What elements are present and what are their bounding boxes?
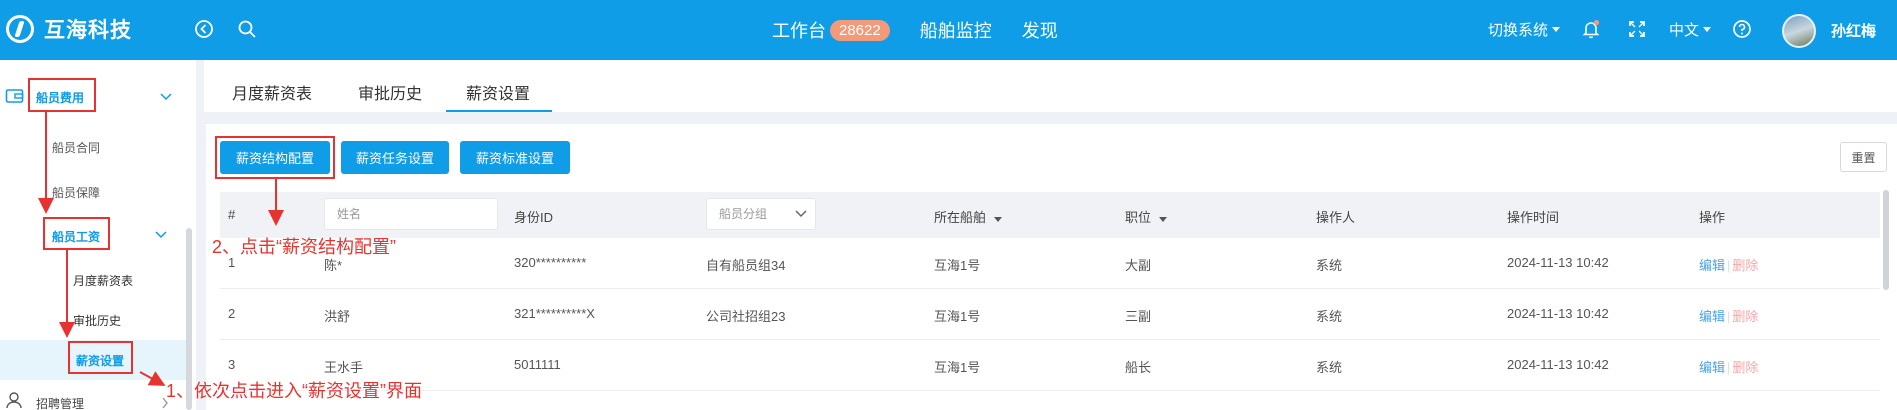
column-position-label: 职位	[1125, 210, 1152, 225]
delete-link[interactable]: 删除	[1732, 309, 1758, 324]
avatar[interactable]	[1782, 14, 1816, 48]
sidebar-item-approval-history[interactable]: 审批历史	[73, 312, 121, 329]
tab-monthly-salary[interactable]: 月度薪资表	[232, 80, 312, 104]
row-actions: 编辑 | 删除	[1699, 258, 1759, 273]
row-ship: 互海1号	[934, 309, 981, 324]
table-row: 1 陈* 320********** 自有船员组34 互海1号 大副 系统 20…	[220, 238, 1880, 289]
edit-link[interactable]: 编辑	[1699, 258, 1725, 273]
row-group: 公司社招组23	[706, 309, 786, 324]
row-id: 5011111	[514, 357, 561, 372]
search-icon[interactable]	[236, 18, 258, 40]
switch-system-dropdown[interactable]: 切换系统	[1488, 19, 1561, 40]
app-logo[interactable]: 互海科技	[6, 14, 132, 44]
row-id: 320**********	[514, 255, 587, 270]
highlight-box-crew-salary	[43, 217, 110, 250]
highlight-box-structure-config	[215, 136, 335, 179]
name-filter-input[interactable]: 姓名	[324, 198, 498, 230]
reset-button[interactable]: 重置	[1840, 142, 1887, 172]
table-row: 2 洪舒 321**********X 公司社招组23 互海1号 三副 系统 2…	[220, 289, 1880, 340]
user-name[interactable]: 孙红梅	[1831, 20, 1876, 41]
row-position: 三副	[1125, 309, 1152, 324]
sidebar-item-monthly-salary[interactable]: 月度薪资表	[73, 272, 133, 289]
column-index: #	[228, 207, 236, 222]
sort-caret-icon	[993, 217, 1002, 222]
top-header: 互海科技 工作台 28622 船舶监控 发现 切换系统 中文 孙红梅	[0, 0, 1897, 60]
highlight-box-crew-expense	[28, 78, 96, 112]
row-time: 2024-11-13 10:42	[1507, 306, 1609, 321]
row-name: 王水手	[324, 360, 364, 375]
table-row: 3 王水手 5011111 互海1号 船长 系统 2024-11-13 10:4…	[220, 340, 1880, 391]
sort-caret-icon	[1158, 217, 1167, 222]
highlight-box-salary-settings	[68, 341, 133, 374]
row-index: 2	[228, 306, 236, 321]
row-actions: 编辑 | 删除	[1699, 360, 1759, 375]
column-action: 操作	[1699, 210, 1726, 225]
sidebar-item-crew-contract[interactable]: 船员合同	[52, 139, 100, 156]
language-dropdown[interactable]: 中文	[1669, 19, 1712, 40]
edit-link[interactable]: 编辑	[1699, 360, 1725, 375]
main-nav: 工作台 28622 船舶监控 发现	[772, 17, 1088, 43]
column-position[interactable]: 职位	[1125, 207, 1167, 226]
nav-ship-monitor[interactable]: 船舶监控	[920, 17, 992, 43]
tabs-bar: 月度薪资表 审批历史 薪资设置	[204, 60, 1897, 112]
nav-ship-monitor-label: 船舶监控	[919, 21, 992, 41]
table-header: # 姓名 身份ID 船员分组 所在船舶 职位 操作人 操作时间 操作	[220, 192, 1880, 238]
row-actions: 编辑 | 删除	[1699, 309, 1759, 324]
column-ship-label: 所在船舶	[934, 210, 987, 225]
caret-down-icon	[1703, 27, 1712, 32]
wallet-icon	[5, 89, 24, 103]
switch-system-label: 切换系统	[1488, 22, 1549, 39]
caret-down-icon	[1552, 27, 1561, 32]
language-label: 中文	[1669, 22, 1700, 39]
bell-icon[interactable]	[1580, 18, 1602, 40]
nav-discover-label: 发现	[1021, 21, 1058, 41]
salary-standard-settings-button[interactable]: 薪资标准设置	[460, 141, 570, 174]
column-time: 操作时间	[1507, 210, 1560, 225]
row-position: 大副	[1125, 258, 1152, 273]
row-time: 2024-11-13 10:42	[1507, 255, 1609, 270]
tab-salary-settings[interactable]: 薪资设置	[466, 80, 530, 104]
row-operator: 系统	[1316, 258, 1343, 273]
edit-link[interactable]: 编辑	[1699, 309, 1725, 324]
row-name: 洪舒	[324, 309, 351, 324]
fullscreen-icon[interactable]	[1626, 18, 1648, 40]
tab-approval-history[interactable]: 审批历史	[358, 80, 422, 104]
row-group: 自有船员组34	[706, 258, 786, 273]
row-operator: 系统	[1316, 360, 1343, 375]
column-operator: 操作人	[1316, 210, 1356, 225]
chevron-down-icon[interactable]	[159, 92, 173, 102]
delete-link[interactable]: 删除	[1732, 258, 1758, 273]
annotation-step-1: 1、依次点击进入“薪资设置”界面	[166, 381, 422, 401]
workbench-count-badge: 28622	[830, 19, 890, 41]
row-position: 船长	[1125, 360, 1152, 375]
row-index: 3	[228, 357, 236, 372]
nav-workbench-label: 工作台	[772, 21, 826, 41]
nav-workbench[interactable]: 工作台 28622	[772, 17, 890, 43]
active-tab-indicator	[446, 110, 552, 112]
column-id: 身份ID	[514, 210, 554, 225]
app-name: 互海科技	[44, 19, 132, 42]
sidebar-group-recruitment[interactable]: 招聘管理	[36, 395, 84, 410]
salary-task-settings-button[interactable]: 薪资任务设置	[341, 141, 449, 174]
back-icon[interactable]	[193, 18, 215, 40]
sidebar-item-crew-insurance[interactable]: 船员保障	[52, 184, 100, 201]
row-id: 321**********X	[514, 306, 595, 321]
user-icon	[6, 392, 22, 409]
crew-group-placeholder: 船员分组	[719, 207, 768, 221]
delete-link[interactable]: 删除	[1732, 360, 1758, 375]
table-scrollbar[interactable]	[1883, 190, 1889, 290]
row-time: 2024-11-13 10:42	[1507, 357, 1609, 372]
row-ship: 互海1号	[934, 360, 981, 375]
help-icon[interactable]	[1731, 18, 1753, 40]
logo-icon	[6, 15, 34, 43]
crew-group-select[interactable]: 船员分组	[706, 198, 816, 230]
chevron-down-icon[interactable]	[154, 230, 168, 240]
nav-discover[interactable]: 发现	[1022, 17, 1058, 43]
row-ship: 互海1号	[934, 258, 981, 273]
chevron-down-icon	[795, 210, 807, 218]
row-operator: 系统	[1316, 309, 1343, 324]
column-ship[interactable]: 所在船舶	[934, 207, 1002, 226]
annotation-step-2: 2、点击“薪资结构配置”	[212, 237, 396, 257]
